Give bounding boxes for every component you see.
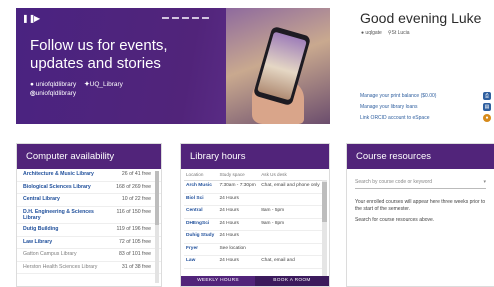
print-balance-link[interactable]: Manage your print balance ($0.00) ⎙ [360,90,494,101]
computer-availability-panel: Computer availability Architecture & Mus… [16,143,162,287]
table-row: Biol Sci 24 Hours [184,193,324,206]
table-row: Law 24 Hours Chat, email and [184,255,324,269]
library-hours-panel: Library hours Location Study space Ask U… [180,143,330,287]
carousel-dots[interactable] [162,17,209,19]
panel-title: Course resources [347,144,494,169]
weekly-hours-button[interactable]: WEEKLY HOURS [181,276,255,286]
list-item[interactable]: Central Library 10 of 22 free [17,194,161,207]
facebook-link[interactable]: ● uniofqldlibrary [30,80,76,89]
hours-table: Location Study space Ask Us desk Arch Mu… [184,169,324,269]
table-row: Duhig Study 24 Hours [184,230,324,244]
table-row: DHEngSci 24 Hours 9am - 8pm [184,218,324,231]
list-item[interactable]: Gatton Campus Library 83 of 101 free [17,249,161,262]
hours-footer: WEEKLY HOURS BOOK A ROOM [181,276,329,286]
scrollbar[interactable] [322,180,327,276]
scrollbar-thumb[interactable] [155,171,159,225]
account-links: Manage your print balance ($0.00) ⎙ Mana… [360,90,494,123]
list-item[interactable]: D.H. Engineering & Sciences Library 116 … [17,207,161,225]
hero-title: Follow us for events, updates and storie… [30,37,168,72]
greeting-title: Good evening Luke [360,10,482,26]
list-item[interactable]: Biological Sciences Library 168 of 269 f… [17,182,161,194]
user-meta: ● uqlgate ⚲St Lucia [361,30,410,36]
social-links: ● uniofqldlibrary ✦UQ_Library ◎uniofqldl… [30,80,123,98]
table-row: Central 24 Hours 8am - 5pm [184,205,324,219]
dropdown-arrow-icon[interactable]: ▾ [483,179,486,188]
table-header-row: Location Study space Ask Us desk [184,169,324,181]
search-hint: Search for course resources above. [355,217,435,223]
book-a-room-button[interactable]: BOOK A ROOM [255,276,329,286]
table-row: Fryer See location [184,243,324,256]
orcid-icon: ● [483,113,491,122]
table-row: Arch Music 7:30am - 7:30pm Chat, email a… [184,180,324,194]
list-item[interactable]: Law Library 72 of 105 free [17,237,161,250]
computer-list: Architecture & Music Library 26 of 41 fr… [17,169,161,275]
panel-title: Computer availability [17,144,161,169]
course-resources-panel: Course resources Search by course code o… [346,143,494,287]
books-icon: ▤ [483,102,491,111]
scrollbar-thumb[interactable] [322,182,327,222]
course-search-input[interactable]: Search by course code or keyword ▾ [355,179,486,189]
list-item[interactable]: Architecture & Music Library 26 of 41 fr… [17,169,161,182]
play-icon[interactable]: ▶ [34,14,40,23]
printer-icon: ⎙ [483,91,491,100]
enrolled-courses-note: Your enrolled courses will appear here t… [355,199,486,212]
scrollbar[interactable] [155,171,159,283]
user-icon: ● [361,30,365,36]
list-item[interactable]: Dutig Building 119 of 196 free [17,224,161,237]
instagram-link[interactable]: ◎uniofqldlibrary [30,89,76,98]
facebook-icon: ● [30,81,34,88]
twitter-link[interactable]: ✦UQ_Library [84,80,123,89]
campus-location: ⚲St Lucia [387,30,410,36]
user-id: ● uqlgate [361,30,382,36]
hero-banner[interactable]: ❚❚ ▶ › Follow us for events, updates and… [16,8,330,124]
orcid-link[interactable]: Link ORCID account to eSpace ● [360,112,494,123]
library-loans-link[interactable]: Manage your library loans ▤ [360,101,494,112]
list-item[interactable]: Herston Health Sciences Library 31 of 38… [17,262,161,275]
panel-title: Library hours [181,144,329,169]
